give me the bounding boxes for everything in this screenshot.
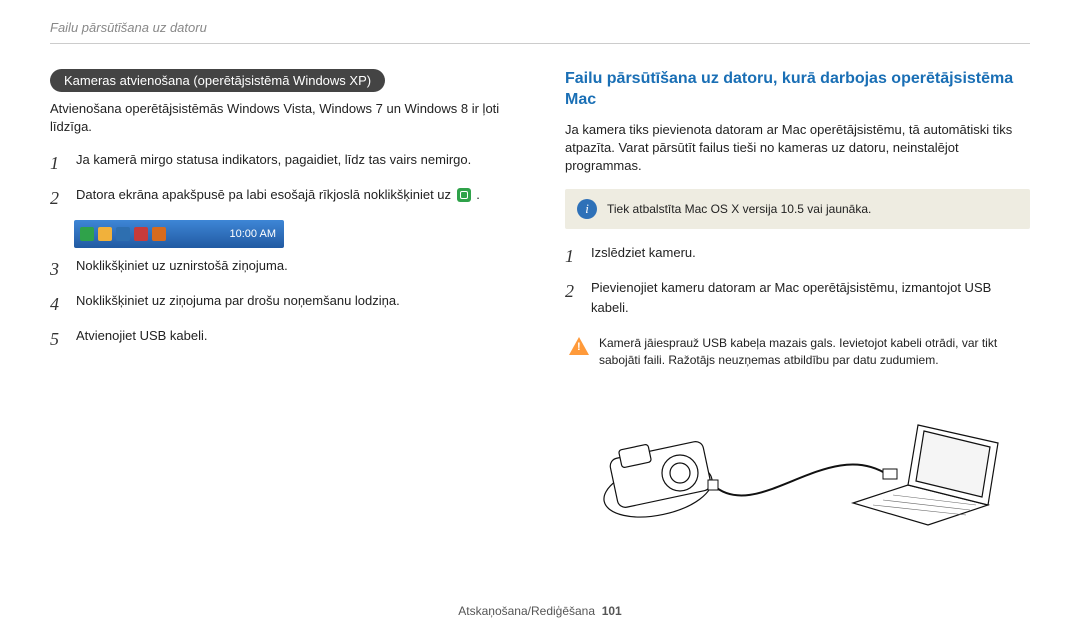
intro-text: Ja kamera tiks pievienota datoram ar Mac… (565, 121, 1030, 176)
step-text: Izslēdziet kameru. (591, 243, 1030, 263)
step-1: 1 Ja kamerā mirgo statusa indikators, pa… (50, 150, 515, 177)
tray-volume-icon (134, 227, 148, 241)
step-2: 2 Pievienojiet kameru datoram ar Mac ope… (565, 278, 1030, 317)
step-text: Ja kamerā mirgo statusa indikators, paga… (76, 150, 515, 170)
camera-laptop-illustration (565, 395, 1030, 535)
step-text: Noklikšķiniet uz uznirstošā ziņojuma. (76, 256, 515, 276)
windows-taskbar: 10:00 AM (74, 220, 284, 248)
tray-network-icon (116, 227, 130, 241)
left-column: Kameras atvienošana (operētājsistēmā Win… (50, 69, 515, 594)
step-text: Noklikšķiniet uz ziņojuma par drošu noņe… (76, 291, 515, 311)
step-number: 3 (50, 256, 64, 283)
step-2: 2 Datora ekrāna apakšpusē pa labi esošaj… (50, 185, 515, 212)
step-text-span: Datora ekrāna apakšpusē pa labi esošajā … (76, 187, 451, 202)
step-text: Pievienojiet kameru datoram ar Mac operē… (591, 278, 1030, 317)
tray-status-icon (152, 227, 166, 241)
step-number: 2 (50, 185, 64, 212)
step-number: 2 (565, 278, 579, 305)
tray-safely-remove-icon (80, 227, 94, 241)
warning-icon (569, 335, 589, 369)
breadcrumb: Failu pārsūtīšana uz datoru (50, 20, 1030, 44)
step-number: 4 (50, 291, 64, 318)
safely-remove-icon (457, 188, 471, 202)
tray-shield-icon (98, 227, 112, 241)
step-text: Atvienojiet USB kabeli. (76, 326, 515, 346)
step-3: 3 Noklikšķiniet uz uznirstošā ziņojuma. (50, 256, 515, 283)
step-text: Datora ekrāna apakšpusē pa labi esošajā … (76, 185, 515, 205)
page-number: 101 (602, 604, 622, 618)
footer-section: Atskaņošana/Rediģēšana (458, 604, 595, 618)
note-box: i Tiek atbalstīta Mac OS X versija 10.5 … (565, 189, 1030, 229)
info-icon: i (577, 199, 597, 219)
intro-text: Atvienošana operētājsistēmās Windows Vis… (50, 100, 515, 136)
page-footer: Atskaņošana/Rediģēšana 101 (50, 594, 1030, 630)
right-column: Failu pārsūtīšana uz datoru, kurā darboj… (565, 69, 1030, 594)
step-number: 5 (50, 326, 64, 353)
warning-box: Kamerā jāiesprauž USB kabeļa mazais gals… (565, 327, 1030, 377)
step-5: 5 Atvienojiet USB kabeli. (50, 326, 515, 353)
step-number: 1 (565, 243, 579, 270)
section-title: Failu pārsūtīšana uz datoru, kurā darboj… (565, 69, 1030, 111)
step-number: 1 (50, 150, 64, 177)
step-1: 1 Izslēdziet kameru. (565, 243, 1030, 270)
taskbar-clock: 10:00 AM (230, 228, 278, 240)
step-4: 4 Noklikšķiniet uz ziņojuma par drošu no… (50, 291, 515, 318)
illustration-svg (588, 395, 1008, 535)
note-text: Tiek atbalstīta Mac OS X versija 10.5 va… (607, 202, 871, 216)
warning-text: Kamerā jāiesprauž USB kabeļa mazais gals… (599, 335, 1026, 369)
subsection-pill: Kameras atvienošana (operētājsistēmā Win… (50, 69, 385, 92)
